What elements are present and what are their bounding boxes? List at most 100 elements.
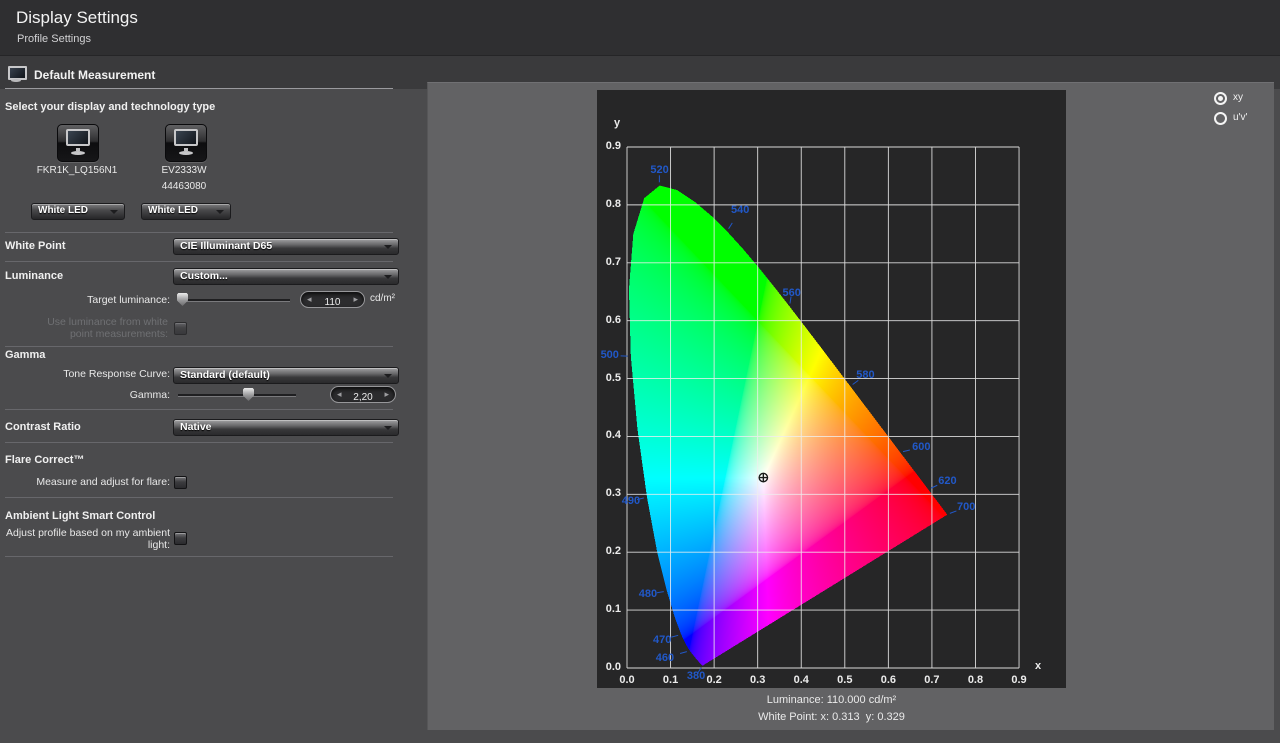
y-tick-label: 0.2 [599,545,621,557]
xy-radio[interactable] [1214,92,1227,105]
x-tick-label: 0.5 [830,674,860,686]
ambient-light-label: Ambient Light Smart Control [5,510,155,522]
page-title: Display Settings [16,8,138,28]
display-name-1: FKR1K_LQ156N1 [20,165,134,176]
target-luminance-stepper[interactable]: ◂ 110 ▸ [300,291,365,308]
wavelength-label: 540 [731,204,749,216]
luminance-label: Luminance [5,270,63,282]
chevron-down-icon [216,210,224,214]
x-axis-label: x [1035,660,1041,672]
wavelength-label: 580 [856,369,874,381]
increment-arrow-icon[interactable]: ▸ [384,387,389,402]
y-tick-label: 0.4 [599,429,621,441]
x-tick-label: 0.6 [873,674,903,686]
display-tech-dropdown-2[interactable]: White LED [141,203,231,220]
chevron-down-icon [384,426,392,430]
display-button-2[interactable] [165,124,207,162]
wavelength-label: 480 [639,588,657,600]
display-button-1[interactable] [57,124,99,162]
contrast-ratio-dropdown[interactable]: Native [173,419,399,436]
ambient-checkbox[interactable] [174,532,187,545]
x-tick-label: 0.1 [656,674,686,686]
white-point-label: White Point [5,240,66,252]
gamma-value-label: Gamma: [30,389,170,401]
wavelength-label: 500 [601,349,619,361]
x-tick-label: 0.4 [786,674,816,686]
divider [5,346,393,347]
luminance-unit: cd/m² [370,293,395,304]
decrement-arrow-icon[interactable]: ◂ [337,387,342,402]
ambient-checkbox-label: Adjust profile based on my ambient light… [5,528,170,551]
wavelength-label: 700 [957,501,975,513]
y-tick-label: 0.3 [599,487,621,499]
y-tick-label: 0.5 [599,372,621,384]
gamma-slider-thumb[interactable] [243,388,254,401]
trc-label: Tone Response Curve: [30,368,170,380]
flare-checkbox[interactable] [174,476,187,489]
target-luminance-slider-thumb[interactable] [177,293,188,306]
gamma-section-label: Gamma [5,349,45,361]
gamma-slider-track[interactable] [178,394,296,396]
flare-correct-label: Flare Correct™ [5,454,84,466]
white-point-dropdown[interactable]: CIE Illuminant D65 [173,238,399,255]
contrast-ratio-label: Contrast Ratio [5,421,81,433]
display-tech-dropdown-1[interactable]: White LED [31,203,125,220]
page-subtitle: Profile Settings [17,33,91,45]
flare-checkbox-label: Measure and adjust for flare: [22,476,170,488]
y-tick-label: 0.1 [599,603,621,615]
target-luminance-label: Target luminance: [30,294,170,306]
wavelength-label: 520 [650,164,668,176]
display-screen-icon [174,129,198,146]
display-name-2: EV2333W [127,165,241,176]
divider [5,88,393,89]
divider [5,232,393,233]
chevron-down-icon [384,245,392,249]
divider [5,556,393,557]
select-display-prompt: Select your display and technology type [5,101,215,113]
white-point-caption: White Point: x: 0.313 y: 0.329 [597,711,1066,723]
wavelength-label: 490 [622,495,640,507]
trc-dropdown[interactable]: Standard (default) [173,367,399,384]
x-tick-label: 0.8 [960,674,990,686]
chromaticity-canvas [597,90,1066,688]
gamma-stepper[interactable]: ◂ 2,20 ▸ [330,386,396,403]
uv-radio[interactable] [1214,112,1227,125]
x-tick-label: 0.3 [743,674,773,686]
display-serial-2: 44463080 [127,181,241,192]
y-axis-label: y [614,117,620,129]
use-wp-luminance-label: Use luminance from white point measureme… [26,317,168,340]
wavelength-label: 380 [687,670,705,682]
y-tick-label: 0.7 [599,256,621,268]
wavelength-label: 460 [656,652,674,664]
wavelength-label: 600 [912,441,930,453]
wavelength-label: 470 [653,634,671,646]
target-luminance-slider-track[interactable] [178,299,290,301]
divider [5,261,393,262]
wavelength-label: 560 [783,287,801,299]
y-tick-label: 0.8 [599,198,621,210]
luminance-dropdown[interactable]: Custom... [173,268,399,285]
x-tick-label: 0.0 [612,674,642,686]
y-tick-label: 0.9 [599,140,621,152]
window-header: Display Settings Profile Settings [0,0,1280,56]
y-tick-label: 0.0 [599,661,621,673]
divider [5,497,393,498]
uv-radio-label: u'v' [1233,112,1247,123]
display-screen-icon [66,129,90,146]
chevron-down-icon [110,210,118,214]
use-wp-luminance-checkbox[interactable] [174,322,187,335]
x-tick-label: 0.9 [1004,674,1034,686]
chromaticity-diagram: 0.00.10.20.30.40.50.60.70.80.90.00.10.20… [597,90,1066,688]
monitor-icon [8,65,28,83]
wavelength-label: 620 [938,475,956,487]
divider [5,409,393,410]
y-tick-label: 0.6 [599,314,621,326]
xy-radio-label: xy [1233,92,1243,103]
chevron-down-icon [384,275,392,279]
chevron-down-icon [384,374,392,378]
luminance-caption: Luminance: 110.000 cd/m² [597,694,1066,706]
increment-arrow-icon[interactable]: ▸ [353,292,358,307]
x-tick-label: 0.7 [917,674,947,686]
section-title: Default Measurement [34,68,155,82]
decrement-arrow-icon[interactable]: ◂ [307,292,312,307]
